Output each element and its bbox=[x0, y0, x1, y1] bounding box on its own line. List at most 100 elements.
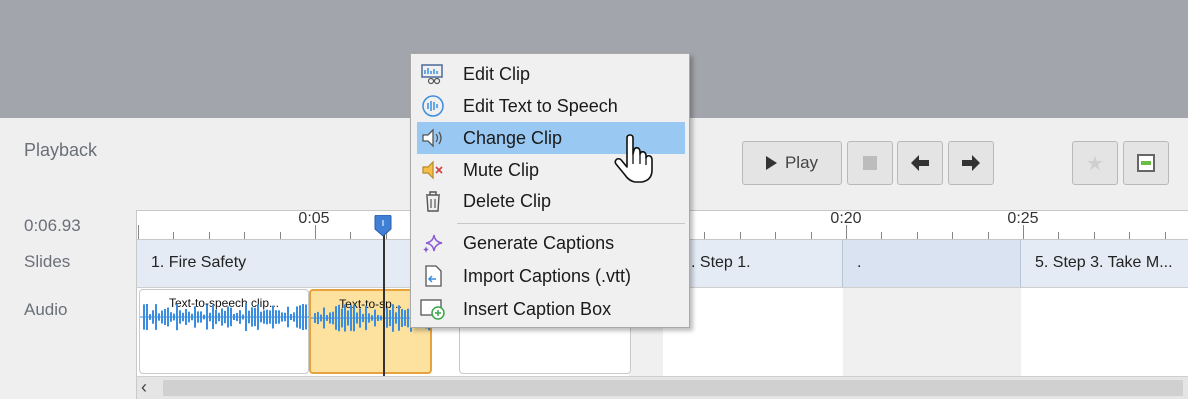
waveform-bar bbox=[278, 310, 280, 324]
waveform-bar bbox=[359, 308, 361, 328]
ruler-tick bbox=[1129, 232, 1131, 239]
ruler-tick bbox=[1058, 232, 1060, 239]
waveform-bar bbox=[218, 312, 220, 322]
waveform-bar bbox=[269, 310, 271, 324]
arrow-right-icon bbox=[962, 155, 980, 171]
ruler-tick bbox=[987, 232, 989, 239]
sparkle-icon bbox=[420, 230, 446, 256]
waveform-bar bbox=[389, 309, 391, 327]
waveform-bar bbox=[365, 305, 367, 331]
playhead-handle[interactable] bbox=[374, 215, 392, 237]
ruler-tick bbox=[1164, 232, 1166, 239]
play-label: Play bbox=[784, 153, 819, 172]
menu-item-edit-text-to-speech[interactable]: Edit Text to Speech bbox=[417, 90, 685, 122]
audio-label: Audio bbox=[24, 300, 68, 319]
waveform-bar bbox=[404, 310, 406, 326]
ruler-mark: 0:25 bbox=[1007, 210, 1039, 227]
star-icon: ★ bbox=[1086, 152, 1104, 175]
slide-item[interactable]: 5. Step 3. Take M... bbox=[1021, 240, 1188, 287]
caption-box-icon bbox=[420, 296, 446, 322]
waveform-bar bbox=[317, 311, 319, 325]
ruler-tick bbox=[775, 232, 777, 239]
waveform-bar bbox=[266, 309, 268, 325]
ruler-tick bbox=[173, 232, 175, 239]
previous-button[interactable] bbox=[897, 141, 943, 185]
waveform-bar bbox=[209, 312, 211, 322]
waveform-bar bbox=[377, 314, 379, 322]
waveform-bar bbox=[296, 306, 298, 328]
edit-clip-icon bbox=[420, 61, 446, 87]
waveform-bar bbox=[386, 308, 388, 328]
ruler-mark: 0:20 bbox=[830, 210, 862, 227]
scroll-thumb[interactable] bbox=[163, 380, 1183, 396]
playback-title: Playback bbox=[24, 140, 98, 160]
context-menu: Edit Clip Edit Text to Speech Change Cli… bbox=[410, 53, 690, 328]
waveform-bar bbox=[305, 304, 307, 330]
waveform-bar bbox=[344, 304, 346, 332]
waveform-bar bbox=[191, 313, 193, 321]
horizontal-scrollbar[interactable]: ‹ bbox=[136, 376, 1188, 399]
waveform-bar bbox=[233, 313, 235, 321]
waveform-bar bbox=[374, 309, 376, 327]
waveform-bar bbox=[173, 313, 175, 321]
current-time: 0:06.93 bbox=[24, 216, 81, 235]
audio-clip[interactable]: Text-to-speech clip... bbox=[139, 289, 310, 374]
slides-label: Slides bbox=[24, 252, 71, 271]
layout-button[interactable] bbox=[1123, 141, 1169, 185]
star-button[interactable]: ★ bbox=[1072, 141, 1118, 185]
waveform-bar bbox=[152, 310, 154, 324]
waveform-bar bbox=[272, 305, 274, 329]
menu-item-insert-caption-box[interactable]: Insert Caption Box bbox=[417, 293, 685, 325]
waveform-bar bbox=[197, 311, 199, 323]
next-button[interactable] bbox=[948, 141, 994, 185]
slide-item[interactable]: . bbox=[843, 240, 1021, 287]
waveform-bar bbox=[332, 311, 334, 325]
waveform-bar bbox=[185, 309, 187, 325]
menu-item-label: Edit Clip bbox=[463, 63, 531, 84]
waveform-bar bbox=[248, 310, 250, 324]
waveform-bar bbox=[206, 304, 208, 330]
menu-separator bbox=[457, 223, 685, 224]
waveform-bar bbox=[290, 314, 292, 320]
waveform-bar bbox=[281, 312, 283, 322]
trash-icon bbox=[420, 188, 446, 214]
waveform-bar bbox=[338, 304, 340, 332]
menu-item-label: Delete Clip bbox=[463, 190, 552, 211]
hand-cursor-icon bbox=[614, 134, 653, 183]
waveform-bar bbox=[245, 303, 247, 331]
waveform-bar bbox=[407, 308, 409, 328]
slide-item[interactable]: . Step 1. bbox=[677, 240, 843, 287]
menu-item-delete-clip[interactable]: Delete Clip bbox=[417, 185, 685, 217]
waveform-bar bbox=[239, 310, 241, 324]
menu-item-import-captions[interactable]: Import Captions (.vtt) bbox=[417, 260, 685, 292]
arrow-left-icon bbox=[911, 155, 929, 171]
waveform-bar bbox=[221, 308, 223, 326]
waveform-bar bbox=[392, 304, 394, 332]
play-icon bbox=[765, 156, 777, 170]
stop-icon bbox=[863, 156, 877, 170]
stop-button[interactable] bbox=[847, 141, 893, 185]
waveform-bar bbox=[275, 310, 277, 324]
waveform-bar bbox=[293, 312, 295, 322]
play-button[interactable]: Play bbox=[742, 141, 842, 185]
menu-item-generate-captions[interactable]: Generate Captions bbox=[417, 227, 685, 259]
waveform-bar bbox=[353, 304, 355, 332]
waveform-bar bbox=[257, 304, 259, 330]
menu-item-edit-clip[interactable]: Edit Clip bbox=[417, 58, 685, 90]
menu-item-label: Insert Caption Box bbox=[463, 298, 612, 319]
mute-icon bbox=[420, 157, 446, 183]
text-to-speech-icon bbox=[420, 93, 446, 119]
waveform-bar bbox=[287, 306, 289, 328]
waveform-bar bbox=[350, 305, 352, 331]
waveform-bar bbox=[242, 314, 244, 320]
waveform-bar bbox=[227, 306, 229, 328]
menu-item-label: Change Clip bbox=[463, 127, 563, 148]
waveform-bar bbox=[356, 312, 358, 324]
waveform-bar bbox=[188, 311, 190, 323]
waveform-bar bbox=[263, 310, 265, 324]
waveform-bar bbox=[362, 313, 364, 323]
ruler-tick bbox=[881, 232, 883, 239]
scroll-left-icon[interactable]: ‹ bbox=[141, 377, 147, 398]
ruler-tick bbox=[279, 232, 281, 239]
waveform-bar bbox=[329, 312, 331, 324]
